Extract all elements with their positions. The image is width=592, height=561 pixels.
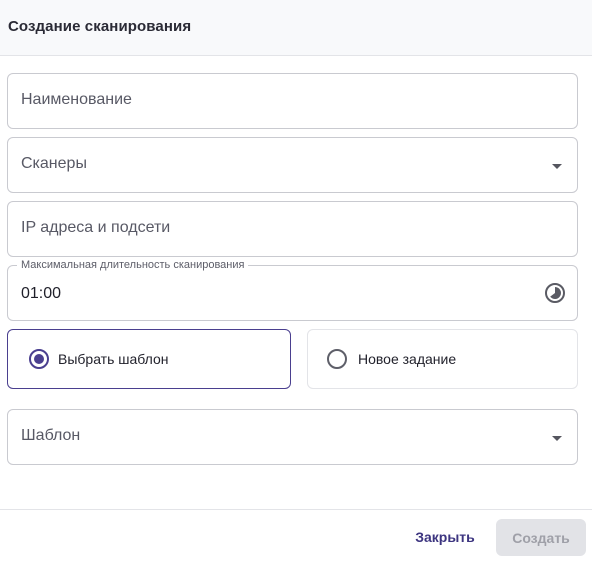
chevron-down-icon[interactable] <box>552 164 562 169</box>
radio-select-template[interactable] <box>29 349 49 369</box>
option-new-task-label: Новое задание <box>358 351 457 367</box>
scanners-select[interactable]: Сканеры <box>7 137 578 193</box>
template-placeholder: Шаблон <box>21 427 81 444</box>
ip-placeholder: IP адреса и подсети <box>21 219 171 236</box>
template-select[interactable]: Шаблон <box>7 409 578 465</box>
option-select-template[interactable]: Выбрать шаблон <box>7 329 291 389</box>
radio-new-task[interactable] <box>327 349 347 369</box>
option-select-template-label: Выбрать шаблон <box>58 351 169 367</box>
scanners-placeholder: Сканеры <box>21 155 87 172</box>
duration-field[interactable]: Максимальная длительность сканирования 0… <box>7 259 578 321</box>
create-button[interactable]: Создать <box>496 519 586 556</box>
dialog-header: Создание сканирования <box>0 0 592 56</box>
dialog-footer: Закрыть Создать <box>0 509 592 561</box>
name-field[interactable]: Наименование <box>7 73 578 129</box>
option-new-task[interactable]: Новое задание <box>307 329 578 389</box>
radio-dot <box>34 354 44 364</box>
create-scan-dialog: Создание сканирования Наименование Скане… <box>0 0 592 561</box>
dialog-title: Создание сканирования <box>8 18 192 35</box>
duration-value: 01:00 <box>21 285 62 302</box>
ip-field[interactable]: IP адреса и подсети <box>7 201 578 257</box>
chevron-down-icon[interactable] <box>552 436 562 441</box>
name-placeholder: Наименование <box>21 91 132 108</box>
duration-label: Максимальная длительность сканирования <box>17 259 249 272</box>
close-button[interactable]: Закрыть <box>404 519 486 555</box>
clock-icon[interactable] <box>544 282 566 304</box>
